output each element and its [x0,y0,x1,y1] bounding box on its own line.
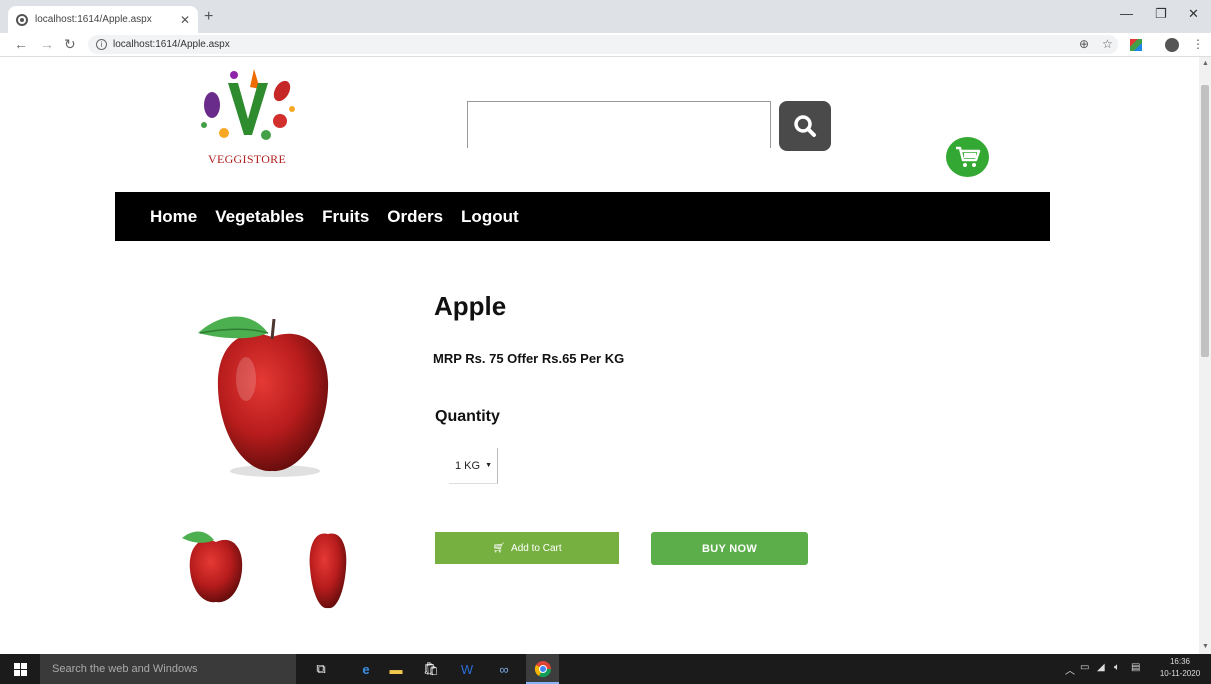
cart-button[interactable] [946,137,989,177]
chrome-icon [533,659,553,679]
windows-taskbar: Search the web and Windows ⧉ e ▬ 🛍︎ W ∞ … [0,654,1211,684]
tray-up-icon[interactable]: ︿ [1065,662,1075,677]
favicon-icon [16,13,28,26]
nav-home[interactable]: Home [150,207,197,227]
forward-icon[interactable]: → [40,36,54,52]
veggistore-logo[interactable]: VEGGISTORE [196,63,306,168]
quantity-label: Quantity [435,408,500,425]
nav-logout[interactable]: Logout [461,207,519,227]
buy-now-button[interactable]: BUY NOW [651,532,808,565]
address-bar: ← → ↻ i localhost:1614/Apple.aspx ⊕ ☆ ⋮ [0,33,1211,57]
search-input[interactable] [467,101,771,148]
apple-thumb-image [309,533,347,609]
browser-tab[interactable]: localhost:1614/Apple.aspx ✕ [8,6,198,33]
add-to-cart-button[interactable]: 🛒︎ Add to Cart [435,532,619,564]
windows-start-icon[interactable] [14,663,28,676]
reload-icon[interactable]: ↻ [64,36,76,53]
app-icon[interactable]: ∞ [494,659,514,679]
nav-fruits[interactable]: Fruits [322,207,369,227]
dropdown-arrow-icon: ▼ [485,462,493,469]
new-tab-icon[interactable]: + [204,8,213,26]
minimize-icon[interactable]: — [1120,6,1133,21]
logo-text: VEGGISTORE [208,152,287,166]
profile-icon[interactable] [1165,38,1179,52]
word-icon[interactable]: W [457,659,477,679]
add-to-cart-label: Add to Cart [511,542,562,554]
bookmark-star-icon[interactable]: ☆ [1102,37,1113,51]
store-icon[interactable]: 🛍︎ [421,659,441,679]
system-clock[interactable]: 16:36 10-11-2020 [1155,656,1205,680]
page-scrollbar[interactable]: ▲ ▼ [1199,57,1211,654]
battery-icon[interactable]: ▭ [1080,662,1089,673]
edge-icon[interactable]: e [356,659,376,679]
info-icon[interactable]: i [96,39,107,50]
notification-icon[interactable]: ▤ [1131,662,1140,673]
product-thumbnail-2[interactable] [288,520,368,615]
scroll-down-icon[interactable]: ▼ [1202,643,1209,650]
cart-icon: 🛒︎ [492,542,506,554]
back-icon[interactable]: ← [14,36,28,52]
url-text: localhost:1614/Apple.aspx [113,39,230,50]
logo-vegetables-icon [201,69,295,140]
apple-image [198,316,329,477]
url-field[interactable]: i localhost:1614/Apple.aspx [88,35,1118,54]
product-main-image [160,289,384,511]
shopping-cart-icon [955,146,980,167]
search-button[interactable] [779,101,831,151]
browser-tab-strip: localhost:1614/Apple.aspx ✕ + — ❐ ✕ [0,0,1211,33]
taskbar-search[interactable]: Search the web and Windows [40,654,296,684]
scroll-up-icon[interactable]: ▲ [1202,60,1209,67]
extension-icon[interactable] [1130,39,1142,51]
page-viewport: VEGGISTORE Home Vegetables Fruits Orders… [0,57,1199,654]
nav-orders[interactable]: Orders [387,207,443,227]
clock-date: 10-11-2020 [1159,669,1201,678]
volume-icon[interactable]: 🔈︎ [1114,662,1120,673]
clock-time: 16:36 [1169,657,1191,666]
quantity-value: 1 KG [455,459,481,472]
close-window-icon[interactable]: ✕ [1188,6,1199,22]
file-explorer-icon[interactable]: ▬ [386,659,406,679]
menu-dots-icon[interactable]: ⋮ [1192,37,1204,51]
network-icon[interactable]: ◢ [1097,662,1105,673]
product-thumbnail-1[interactable] [176,520,256,615]
close-tab-icon[interactable]: ✕ [180,13,190,27]
product-title: Apple [434,291,507,321]
task-view-icon[interactable]: ⧉ [311,659,331,679]
search-icon [794,115,816,137]
tab-title: localhost:1614/Apple.aspx [35,14,152,25]
main-nav: Home Vegetables Fruits Orders Logout [115,192,1050,241]
zoom-icon[interactable]: ⊕ [1079,37,1089,51]
scroll-thumb[interactable] [1201,85,1209,357]
nav-vegetables[interactable]: Vegetables [215,207,304,227]
apple-thumb-image [182,531,243,603]
restore-icon[interactable]: ❐ [1155,6,1167,22]
quantity-select[interactable]: 1 KG ▼ [449,448,498,484]
product-price: MRP Rs. 75 Offer Rs.65 Per KG [433,351,625,366]
